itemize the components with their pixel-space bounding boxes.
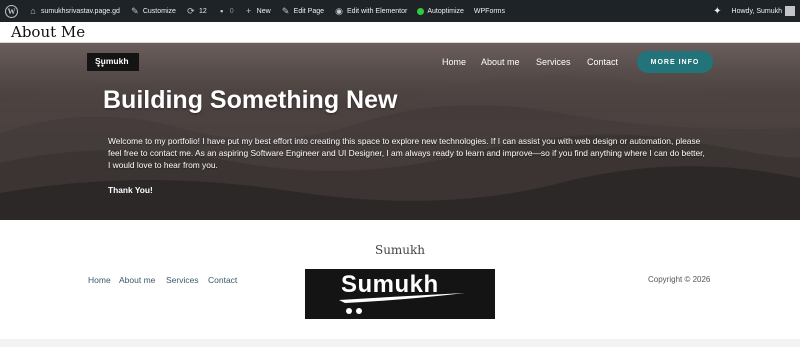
autoptimize-label: Autoptimize (427, 7, 464, 15)
comments-count: 0 (229, 7, 234, 15)
site-name-label: sumukhsrivastav.page.gd (41, 7, 120, 15)
footer-nav-home[interactable]: Home (88, 275, 111, 285)
ai-assistant-button[interactable]: ✦ (708, 0, 726, 22)
sparkle-icon: ✦ (713, 5, 722, 17)
hero-paragraph: Welcome to my portfolio! I have put my b… (108, 136, 705, 170)
comment-icon: ▪ (220, 5, 224, 16)
elementor-link[interactable]: ◉ Edit with Elementor (329, 0, 412, 22)
avatar (785, 6, 795, 16)
nav-services[interactable]: Services (536, 57, 571, 67)
footer-nav-about-me[interactable]: About me (119, 275, 155, 285)
elementor-label: Edit with Elementor (347, 7, 408, 15)
comments-link[interactable]: ▪ 0 (212, 0, 239, 22)
bottom-strip (0, 339, 800, 347)
copyright-text: Copyright © 2026 (648, 275, 711, 284)
customize-label: Customize (142, 7, 176, 15)
nav-home[interactable]: Home (442, 57, 466, 67)
footer-nav-contact[interactable]: Contact (208, 275, 237, 285)
footer-site-name: Sumukh (374, 243, 426, 257)
pencil-icon: ✎ (281, 5, 290, 16)
edit-page-label: Edit Page (293, 7, 325, 15)
wpforms-label: WPForms (473, 7, 506, 15)
status-dot-icon (417, 7, 425, 15)
plus-icon: + (246, 5, 252, 16)
wpforms-link[interactable]: WPForms (469, 0, 510, 22)
hero-heading: Building Something New (103, 86, 398, 114)
nav-about-me[interactable]: About me (481, 57, 520, 67)
logo-dots: ●● (97, 63, 106, 69)
new-label: New (256, 7, 271, 15)
elementor-icon: ◉ (335, 5, 343, 16)
home-icon: ⌂ (30, 5, 36, 16)
updates-count: 12 (198, 7, 207, 15)
new-content-link[interactable]: + New (239, 0, 276, 22)
more-info-button[interactable]: MORE INFO (637, 51, 713, 73)
site-logo[interactable]: Sumukh ●● (87, 53, 139, 71)
footer-nav-services[interactable]: Services (166, 275, 199, 285)
site-name-link[interactable]: ⌂ sumukhsrivastav.page.gd (23, 0, 125, 22)
hero-thanks: Thank You! (108, 185, 153, 195)
wordpress-menu[interactable]: W (0, 0, 23, 22)
customize-link[interactable]: ✎ Customize (125, 0, 181, 22)
hero-section: Sumukh ●● Home About me Services Contact… (0, 43, 800, 220)
autoptimize-link[interactable]: Autoptimize (412, 0, 469, 22)
updates-icon: ⟳ (187, 5, 195, 16)
howdy-label: Howdy, Sumukh (731, 7, 782, 15)
updates-link[interactable]: ⟳ 12 (181, 0, 212, 22)
page-title: About Me (11, 23, 86, 41)
admin-bar: W ⌂ sumukhsrivastav.page.gd ✎ Customize … (0, 0, 800, 22)
footer-logo[interactable]: Sumukh (305, 269, 495, 319)
brush-icon: ✎ (131, 5, 139, 16)
page-title-bar: About Me (0, 22, 800, 43)
nav-contact[interactable]: Contact (587, 57, 618, 67)
edit-page-link[interactable]: ✎ Edit Page (276, 0, 329, 22)
wordpress-logo-icon: W (5, 4, 18, 18)
account-menu[interactable]: Howdy, Sumukh (727, 0, 800, 22)
footer-logo-text: Sumukh (341, 271, 439, 298)
